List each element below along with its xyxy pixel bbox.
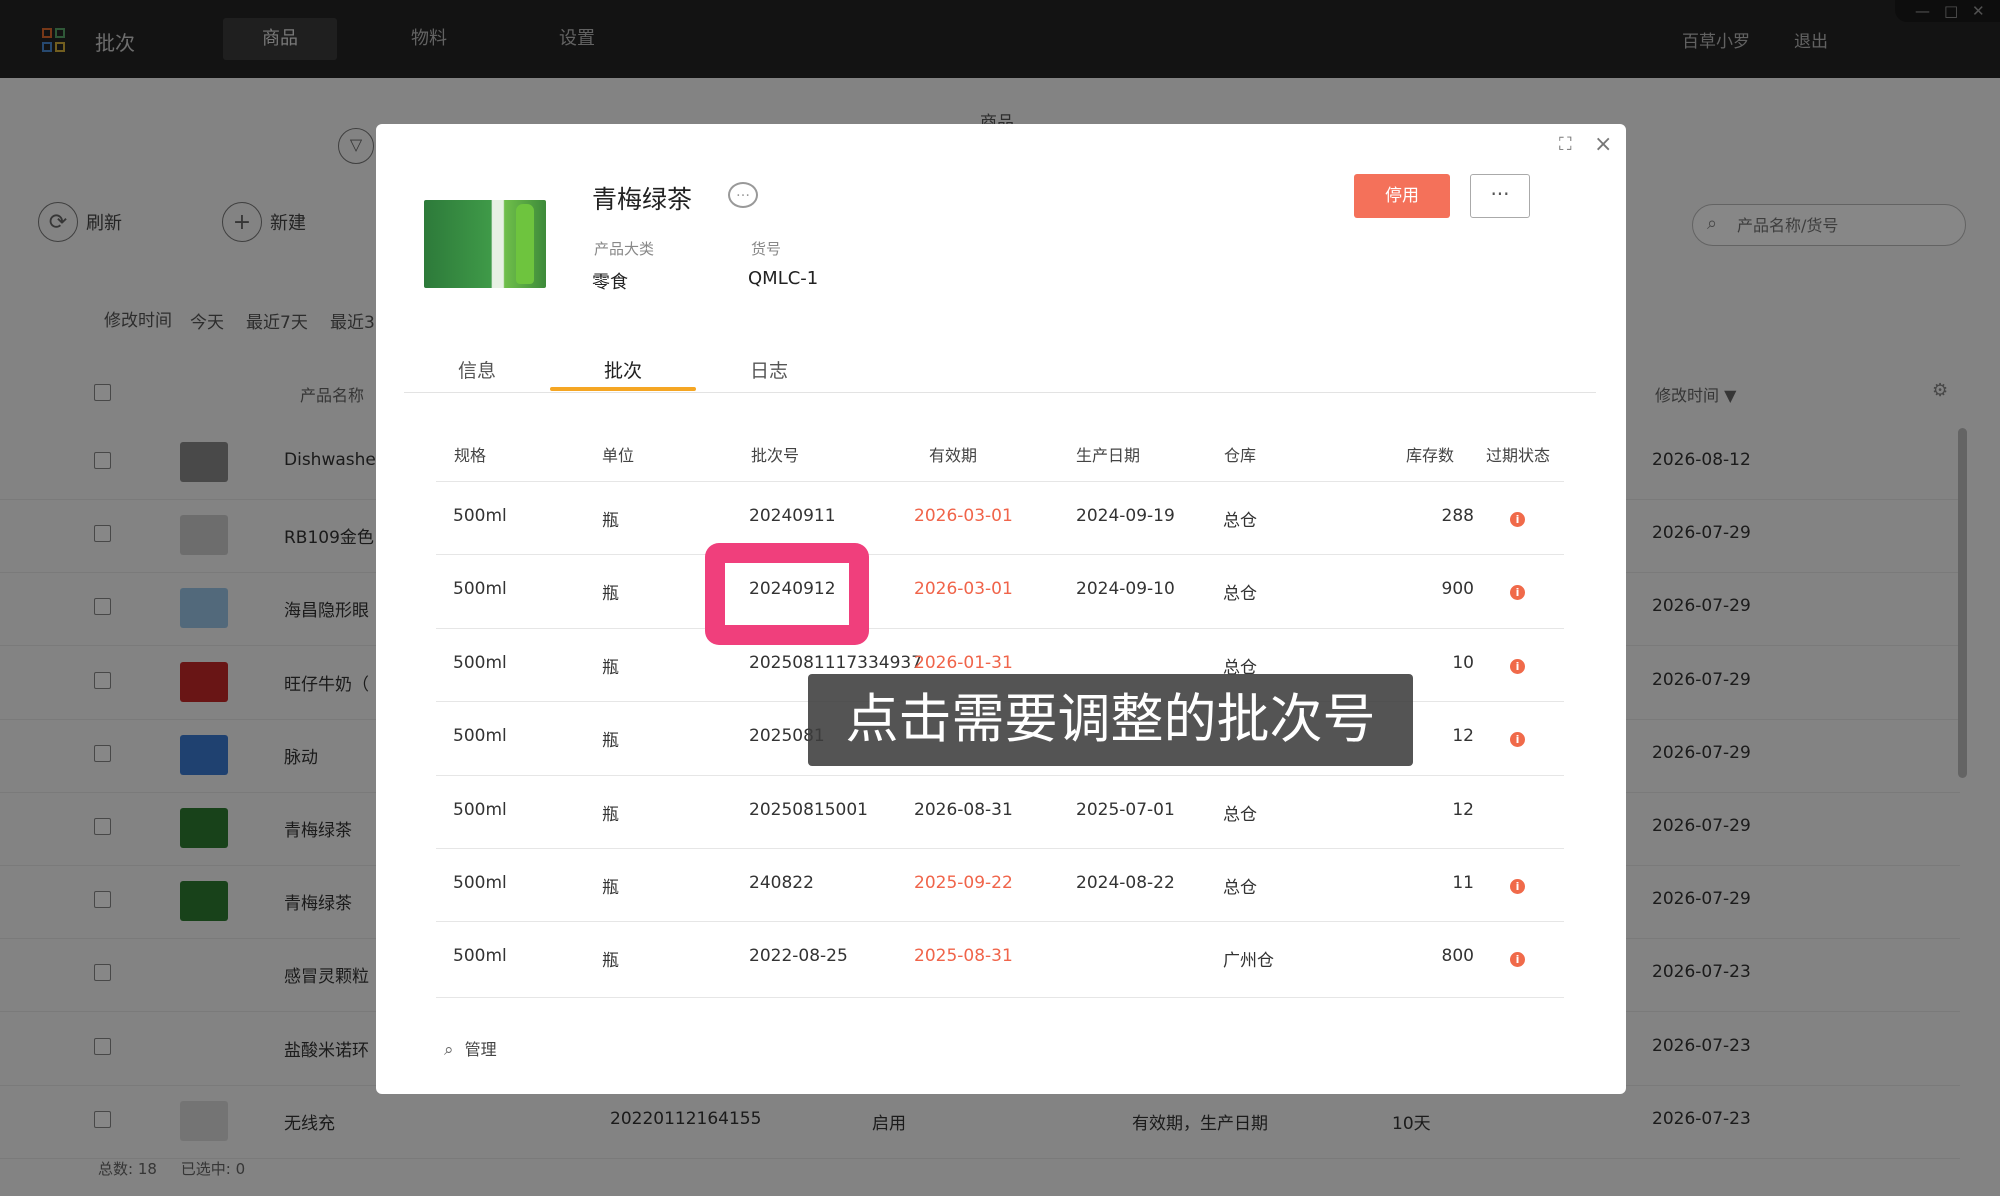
cell-mfg-date: 2024-09-19	[1076, 506, 1175, 526]
batch-row[interactable]: 500ml 瓶 20250815001 2026-08-31 2025-07-01 总仓 1…	[436, 774, 1564, 849]
header-expiry: 有效期	[929, 446, 978, 465]
category-label: 产品大类	[594, 240, 655, 258]
cell-stock: 800	[1441, 946, 1474, 967]
expired-warning-icon: i	[1510, 732, 1525, 748]
cell-warehouse: 总仓	[1223, 511, 1257, 531]
more-button[interactable]: ···	[1470, 174, 1530, 218]
cell-spec: 500ml	[453, 946, 507, 967]
cell-warehouse: 总仓	[1223, 584, 1257, 605]
tab-log[interactable]: 日志	[696, 356, 842, 383]
cell-stock: 288	[1441, 506, 1474, 526]
tab-batches[interactable]: 批次	[550, 356, 696, 383]
batch-row[interactable]: 500ml 瓶 2022-08-25 2025-08-31 广州仓 800 i	[436, 921, 1564, 995]
cell-unit: 瓶	[602, 584, 619, 605]
header-warehouse: 仓库	[1224, 446, 1257, 465]
cell-expiry: 2026-08-31	[914, 799, 1013, 820]
table-bottom-border	[436, 997, 1564, 998]
cell-expiry: 2026-03-01	[914, 506, 1013, 526]
cell-stock: 10	[1452, 652, 1474, 673]
cell-unit: 瓶	[602, 511, 619, 531]
cell-spec: 500ml	[453, 652, 507, 673]
tab-divider	[404, 392, 1596, 393]
header-unit: 单位	[602, 446, 635, 465]
fullscreen-icon[interactable]: ⛶	[1559, 134, 1572, 155]
cell-unit: 瓶	[602, 804, 619, 825]
manage-label: 管理	[464, 1040, 497, 1059]
batch-number-cell[interactable]: 2025081117334937	[749, 653, 922, 673]
manage-button[interactable]: ⌕ 管理	[444, 1036, 497, 1060]
cell-spec: 500ml	[453, 726, 507, 747]
cell-unit: 瓶	[602, 878, 619, 898]
sku-value: QMLC-1	[748, 268, 819, 289]
batch-row[interactable]: 500ml 瓶 20240911 2026-03-01 2024-09-19 总仓 288 i	[436, 481, 1564, 555]
category-value: 零食	[592, 272, 628, 293]
cell-unit: 瓶	[602, 657, 619, 678]
cell-stock: 12	[1452, 799, 1474, 820]
product-image	[424, 200, 546, 288]
header-expired-status: 过期状态	[1486, 446, 1551, 465]
cell-mfg-date: 2024-08-22	[1076, 873, 1175, 893]
cell-spec: 500ml	[453, 873, 507, 893]
batch-row[interactable]: 500ml 瓶 240822 2025-09-22 2024-08-22 总仓 11 i	[436, 848, 1564, 922]
expired-warning-icon: i	[1510, 952, 1525, 968]
active-tab-indicator	[550, 387, 696, 391]
expired-warning-icon: i	[1510, 658, 1525, 674]
close-icon[interactable]: ×	[1594, 132, 1612, 157]
cell-warehouse: 总仓	[1223, 878, 1257, 898]
tutorial-caption: 点击需要调整的批次号	[808, 674, 1413, 766]
expired-warning-icon: i	[1510, 879, 1525, 894]
search-icon: ⌕	[444, 1040, 454, 1060]
cell-spec: 500ml	[453, 799, 507, 820]
cell-warehouse: 总仓	[1223, 804, 1257, 825]
cell-expiry: 2025-08-31	[914, 946, 1013, 967]
cell-expiry: 2026-01-31	[914, 652, 1013, 673]
tutorial-highlight-box	[705, 543, 869, 645]
cell-expiry: 2026-03-01	[914, 579, 1013, 600]
cell-stock: 11	[1452, 873, 1474, 893]
batch-number-cell[interactable]: 20250815001	[749, 800, 868, 820]
cell-mfg-date: 2025-07-01	[1076, 799, 1175, 820]
header-stock: 库存数	[1406, 446, 1455, 465]
expired-warning-icon: i	[1510, 585, 1525, 601]
disable-button[interactable]: 停用	[1354, 174, 1450, 218]
product-detail-modal: ⛶ × 青梅绿茶 … 产品大类 零食 货号 QMLC-1 停用 ··· 信息 批…	[376, 124, 1626, 1094]
cell-mfg-date: 2024-09-10	[1076, 579, 1175, 600]
cell-stock: 900	[1441, 579, 1474, 600]
expired-warning-icon: i	[1510, 512, 1525, 527]
header-spec: 规格	[454, 446, 487, 465]
cell-warehouse: 广州仓	[1223, 951, 1274, 972]
batch-number-cell[interactable]: 2022-08-25	[749, 946, 848, 966]
header-batch-no: 批次号	[751, 446, 800, 465]
cell-spec: 500ml	[453, 579, 507, 600]
comment-icon[interactable]: …	[728, 182, 758, 208]
product-title: 青梅绿茶	[592, 185, 693, 214]
cell-unit: 瓶	[602, 951, 619, 972]
cell-unit: 瓶	[602, 731, 619, 752]
batch-number-cell[interactable]: 20240911	[749, 506, 836, 526]
cell-expiry: 2025-09-22	[914, 873, 1013, 893]
sku-label: 货号	[751, 240, 782, 258]
batch-number-cell[interactable]: 240822	[749, 873, 814, 893]
header-mfg-date: 生产日期	[1076, 446, 1141, 465]
cell-spec: 500ml	[453, 506, 507, 526]
batch-row[interactable]: 500ml 瓶 20240912 2026-03-01 2024-09-10 总仓 900 i	[436, 554, 1564, 628]
tab-info[interactable]: 信息	[404, 356, 550, 383]
